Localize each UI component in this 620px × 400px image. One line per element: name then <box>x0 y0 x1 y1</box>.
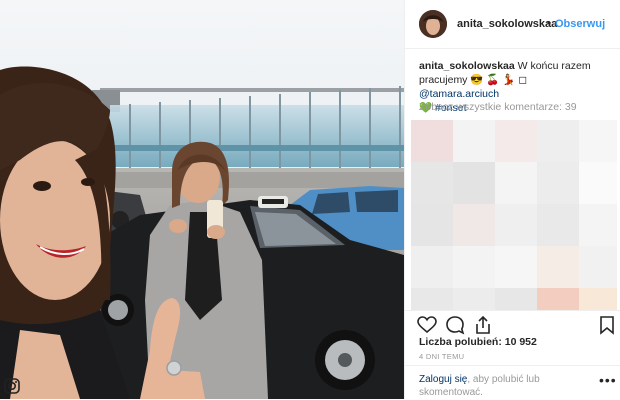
photo-scene <box>0 0 404 399</box>
header-username[interactable]: anita_sokolowskaa <box>457 18 557 30</box>
bookmark-icon[interactable] <box>597 315 617 335</box>
heart-icon[interactable] <box>417 315 437 335</box>
login-prompt: Zaloguj się, aby polubić lub skomentować… <box>419 373 579 399</box>
avatar[interactable] <box>419 10 447 38</box>
login-footer: Zaloguj się, aby polubić lub skomentować… <box>405 365 620 400</box>
caption-emoji: 😎 🍒 💃 ◻ <box>470 74 528 86</box>
post-side-panel: anita_sokolowskaa • Obserwuj anita_sokol… <box>404 0 620 399</box>
share-icon[interactable] <box>473 315 493 335</box>
view-all-comments-link[interactable]: Zobacz wszystkie komentarze: 39 <box>419 101 577 113</box>
post-header: anita_sokolowskaa • Obserwuj <box>405 0 620 49</box>
likes-count[interactable]: Liczba polubień: 10 952 <box>419 336 537 348</box>
caption-username[interactable]: anita_sokolowskaa <box>419 60 515 72</box>
post-photo[interactable] <box>0 0 404 399</box>
avatar-image <box>419 10 447 38</box>
login-link[interactable]: Zaloguj się <box>419 374 467 385</box>
blurred-comments-area <box>411 120 617 310</box>
caption-mention-link[interactable]: @tamara.arciuch <box>419 88 499 100</box>
action-bar <box>405 310 620 337</box>
more-options-icon[interactable]: ••• <box>599 372 617 388</box>
comment-icon[interactable] <box>445 315 465 335</box>
instagram-corner-icon <box>4 378 20 394</box>
post-time-ago: 4 DNI TEMU <box>419 352 465 361</box>
follow-button[interactable]: Obserwuj <box>555 18 605 30</box>
header-separator: • <box>547 16 552 30</box>
